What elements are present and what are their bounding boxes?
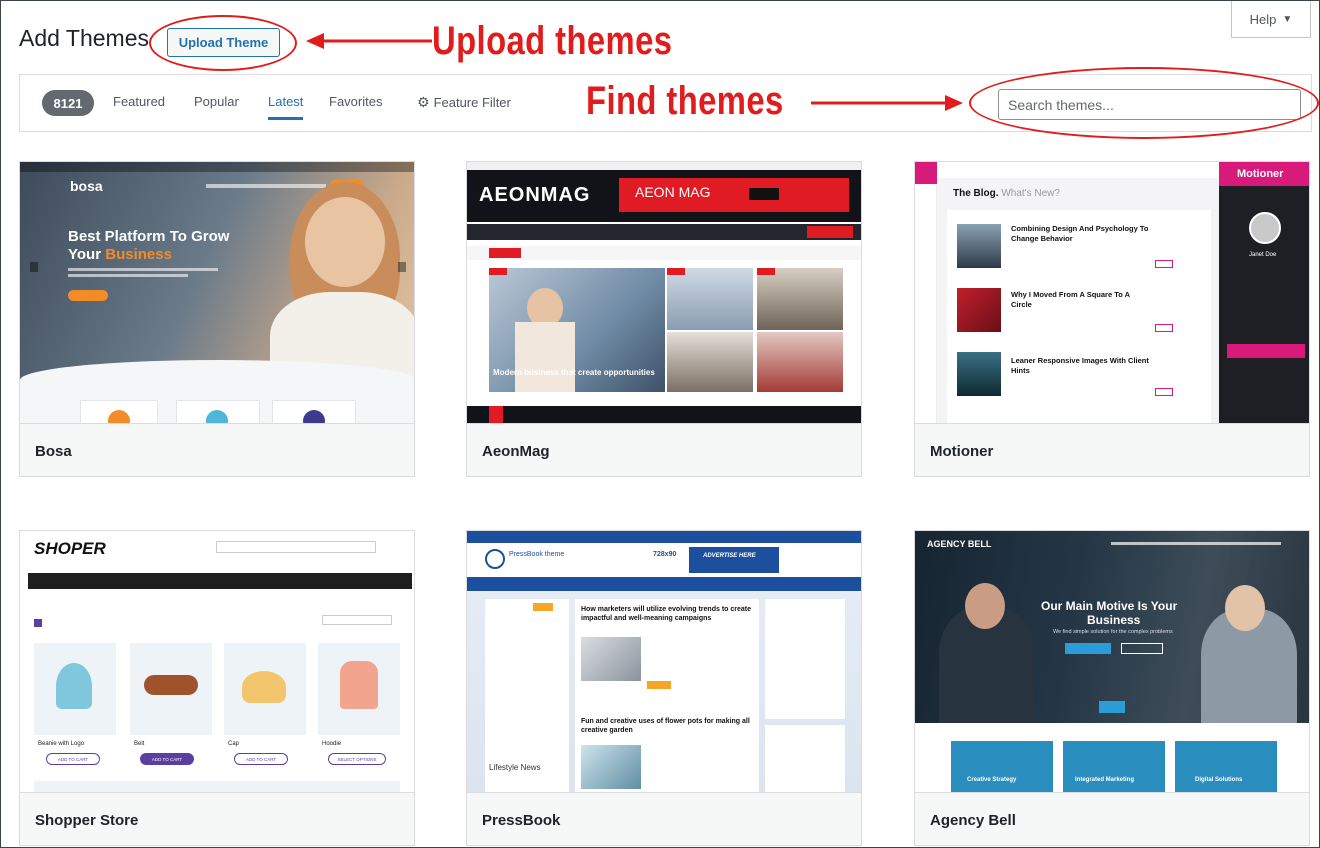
theme-card-motioner[interactable]: The Blog. What's New? Combining Design A… xyxy=(914,161,1310,477)
theme-card-bosa[interactable]: bosa Best Platform To Grow Your Business… xyxy=(19,161,415,477)
preview-blog-title: The Blog. xyxy=(953,188,999,199)
theme-card-pressbook[interactable]: PressBook theme 728x90 ADVERTISE HERE Ho… xyxy=(466,530,862,846)
preview-logo: AEONMAG xyxy=(479,184,591,206)
preview-post-title: Fun and creative uses of flower pots for… xyxy=(581,718,750,734)
theme-name: Bosa xyxy=(20,424,414,476)
page-title: Add Themes xyxy=(19,25,149,51)
preview-blog-sub: What's New? xyxy=(1001,188,1060,199)
find-themes-annotation: Find themes xyxy=(586,79,784,123)
theme-screenshot: The Blog. What's New? Combining Design A… xyxy=(915,162,1309,424)
preview-caption: Modern business that create opportunitie… xyxy=(493,368,655,377)
arrow-right-icon xyxy=(811,95,963,111)
preview-author: Janet Doe xyxy=(1249,252,1277,258)
feature-filter-button[interactable]: ⚙ Feature Filter xyxy=(417,94,511,111)
theme-screenshot: SHOPER Beanie with Logo Belt Cap Hoodie … xyxy=(20,531,414,793)
filter-tab-featured[interactable]: Featured xyxy=(113,94,165,109)
upload-annotation-circle xyxy=(149,15,297,71)
preview-post-title: Combining Design And Psychology To Chang… xyxy=(1011,224,1149,243)
preview-headline: Our Main Motive Is Your xyxy=(1041,599,1178,613)
theme-name: Motioner xyxy=(915,424,1309,476)
preview-product-name: Cap xyxy=(228,741,240,747)
preview-product-name: Belt xyxy=(134,741,145,747)
theme-name: PressBook xyxy=(467,793,861,845)
upload-themes-annotation: Upload themes xyxy=(432,19,673,63)
preview-tagline: We find simple solution for the complex … xyxy=(1053,629,1173,635)
theme-screenshot: AGENCY BELL Our Main Motive Is Your Busi… xyxy=(915,531,1309,793)
filter-tab-popular[interactable]: Popular xyxy=(194,94,239,109)
theme-name: Agency Bell xyxy=(915,793,1309,845)
theme-card-aeonmag[interactable]: AEONMAG AEON MAG Modern business that cr… xyxy=(466,161,862,477)
preview-options-button: SELECT OPTIONS xyxy=(328,753,386,765)
theme-name: AeonMag xyxy=(467,424,861,476)
preview-ad-label: ADVERTISE HERE xyxy=(703,553,756,559)
caret-down-icon: ▼ xyxy=(1282,13,1293,25)
theme-name: Shopper Store xyxy=(20,793,414,845)
preview-headline-accent: Business xyxy=(105,246,172,263)
find-annotation-circle xyxy=(969,67,1319,139)
feature-filter-label: Feature Filter xyxy=(433,95,511,110)
preview-headline-2: Your xyxy=(68,246,106,263)
theme-count-badge: 8121 xyxy=(42,90,94,116)
preview-headline: Best Platform To Grow xyxy=(68,228,230,245)
theme-screenshot: AEONMAG AEON MAG Modern business that cr… xyxy=(467,162,861,424)
preview-logo: AGENCY BELL xyxy=(927,539,992,549)
preview-sidebar-news: Lifestyle News xyxy=(489,763,541,772)
preview-service: Digital Solutions xyxy=(1195,777,1243,783)
preview-cart-button: ADD TO CART xyxy=(140,753,194,765)
preview-headline-2: Business xyxy=(1087,613,1141,627)
theme-screenshot: bosa Best Platform To Grow Your Business xyxy=(20,162,414,424)
preview-service: Creative Strategy xyxy=(967,777,1017,783)
preview-cart-button: ADD TO CART xyxy=(234,753,288,765)
filter-tab-latest[interactable]: Latest xyxy=(268,94,304,120)
preview-service: Integrated Marketing xyxy=(1075,777,1135,783)
preview-logo: SHOPER xyxy=(34,539,106,558)
preview-post-title: Leaner Responsive Images With Client Hin… xyxy=(1011,356,1149,375)
filter-tab-favorites[interactable]: Favorites xyxy=(329,94,382,109)
preview-sidebar-title: Motioner xyxy=(1237,168,1284,180)
preview-logo: bosa xyxy=(70,178,103,194)
gear-icon: ⚙ xyxy=(417,94,430,110)
preview-post-title: Why I Moved From A Square To A Circle xyxy=(1011,290,1130,309)
preview-product-name: Hoodie xyxy=(322,741,342,747)
preview-cart-button: ADD TO CART xyxy=(46,753,100,765)
help-button[interactable]: Help ▼ xyxy=(1231,1,1311,38)
preview-ad: AEON MAG xyxy=(635,184,711,200)
preview-ad-size: 728x90 xyxy=(653,551,677,558)
preview-post-title: How marketers will utilize evolving tren… xyxy=(581,606,751,622)
theme-card-shopper-store[interactable]: SHOPER Beanie with Logo Belt Cap Hoodie … xyxy=(19,530,415,846)
arrow-left-icon xyxy=(306,33,432,49)
preview-product-name: Beanie with Logo xyxy=(38,741,85,747)
help-label: Help xyxy=(1249,11,1277,27)
preview-logo: PressBook theme xyxy=(509,551,565,558)
theme-card-agency-bell[interactable]: AGENCY BELL Our Main Motive Is Your Busi… xyxy=(914,530,1310,846)
theme-screenshot: PressBook theme 728x90 ADVERTISE HERE Ho… xyxy=(467,531,861,793)
